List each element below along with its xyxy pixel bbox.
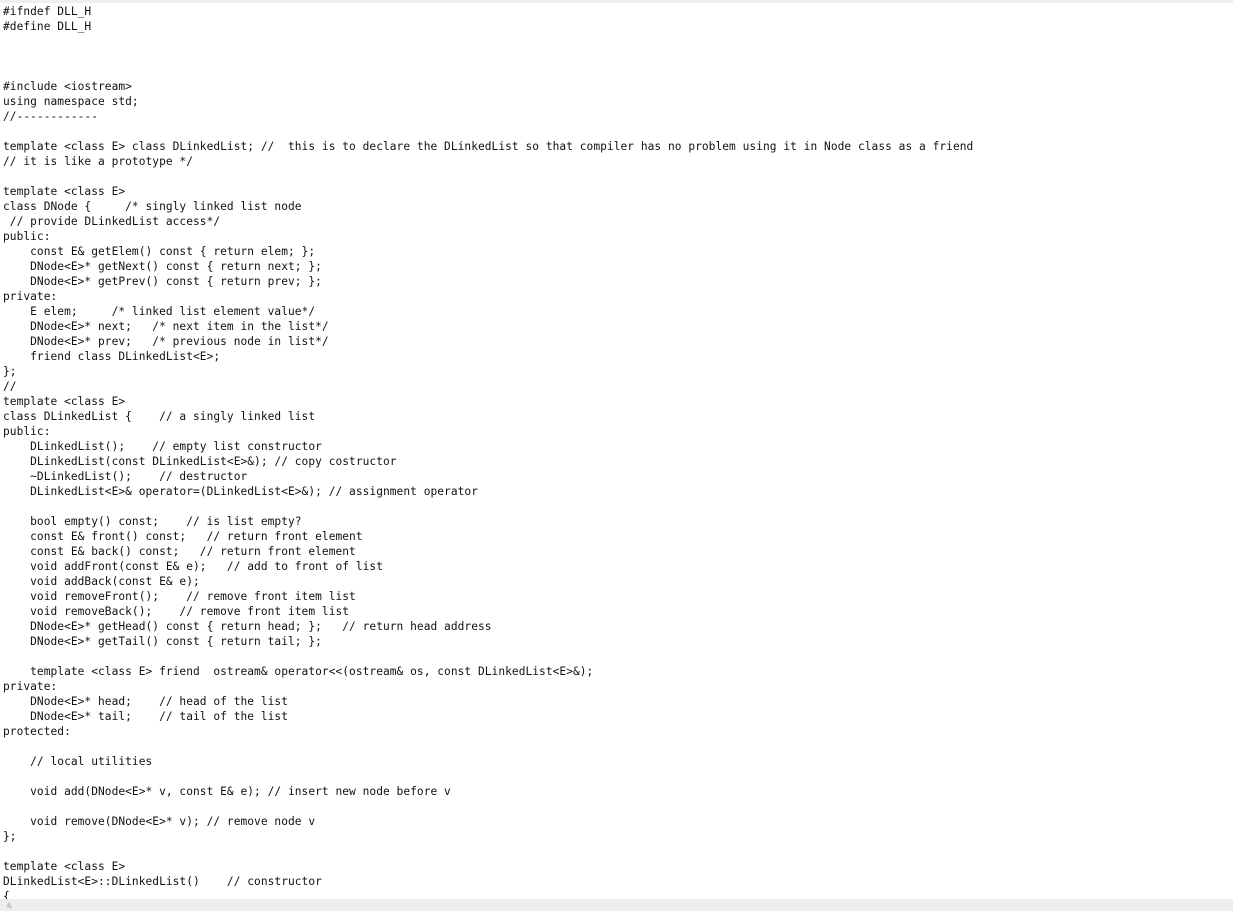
code-line: public: (3, 230, 51, 243)
code-line: void addBack(const E& e); (3, 575, 200, 588)
code-line: #ifndef DLL_H (3, 5, 92, 18)
code-line: private: (3, 680, 58, 693)
code-line: class DNode { /* singly linked list node (3, 200, 302, 213)
code-line: private: (3, 290, 58, 303)
code-line: template <class E> friend ostream& opera… (3, 665, 594, 678)
code-line: #define DLL_H (3, 20, 92, 33)
code-line: DNode<E>* getTail() const { return tail;… (3, 635, 322, 648)
code-line: void add(DNode<E>* v, const E& e); // in… (3, 785, 451, 798)
code-line: template <class E> (3, 185, 126, 198)
code-line: // it is like a prototype */ (3, 155, 193, 168)
code-line: void addFront(const E& e); // add to fro… (3, 560, 383, 573)
code-line: }; (3, 830, 17, 843)
code-line: template <class E> class DLinkedList; //… (3, 140, 974, 153)
code-line: ~DLinkedList(); // destructor (3, 470, 248, 483)
code-line: const E& getElem() const { return elem; … (3, 245, 316, 258)
code-line: DLinkedList(const DLinkedList<E>&); // c… (3, 455, 397, 468)
code-line: }; (3, 365, 17, 378)
code-line: DNode<E>* getPrev() const { return prev;… (3, 275, 322, 288)
code-line: // provide DLinkedList access*/ (3, 215, 221, 228)
code-line: protected: (3, 725, 71, 738)
code-line: DNode<E>* tail; // tail of the list (3, 710, 288, 723)
scroll-left-arrow-icon[interactable] (4, 901, 13, 911)
code-line: #include <iostream> (3, 80, 132, 93)
code-line: using namespace std; (3, 95, 139, 108)
code-line: // (3, 380, 17, 393)
top-border (0, 0, 1233, 3)
code-line: void remove(DNode<E>* v); // remove node… (3, 815, 316, 828)
code-line: DNode<E>* next; /* next item in the list… (3, 320, 329, 333)
horizontal-scrollbar[interactable] (0, 899, 1233, 911)
code-line: E elem; /* linked list element value*/ (3, 305, 316, 318)
code-line: { (3, 890, 10, 899)
code-editor[interactable]: #ifndef DLL_H #define DLL_H #include <iost… (3, 4, 1231, 899)
code-line: void removeBack(); // remove front item … (3, 605, 350, 618)
code-line: const E& back() const; // return front e… (3, 545, 356, 558)
code-line: public: (3, 425, 51, 438)
code-line: DNode<E>* prev; /* previous node in list… (3, 335, 329, 348)
code-line: bool empty() const; // is list empty? (3, 515, 302, 528)
code-line: friend class DLinkedList<E>; (3, 350, 221, 363)
code-line: DNode<E>* getNext() const { return next;… (3, 260, 322, 273)
code-line: template <class E> (3, 860, 126, 873)
code-line: DNode<E>* head; // head of the list (3, 695, 288, 708)
code-line: DLinkedList<E>::DLinkedList() // constru… (3, 875, 322, 888)
code-line: const E& front() const; // return front … (3, 530, 363, 543)
code-line: void removeFront(); // remove front item… (3, 590, 356, 603)
code-line: DNode<E>* getHead() const { return head;… (3, 620, 492, 633)
code-line: // local utilities (3, 755, 153, 768)
code-line: //------------ (3, 110, 98, 123)
code-line: DLinkedList<E>& operator=(DLinkedList<E>… (3, 485, 478, 498)
code-line: template <class E> (3, 395, 126, 408)
code-line: class DLinkedList { // a singly linked l… (3, 410, 316, 423)
code-line: DLinkedList(); // empty list constructor (3, 440, 322, 453)
